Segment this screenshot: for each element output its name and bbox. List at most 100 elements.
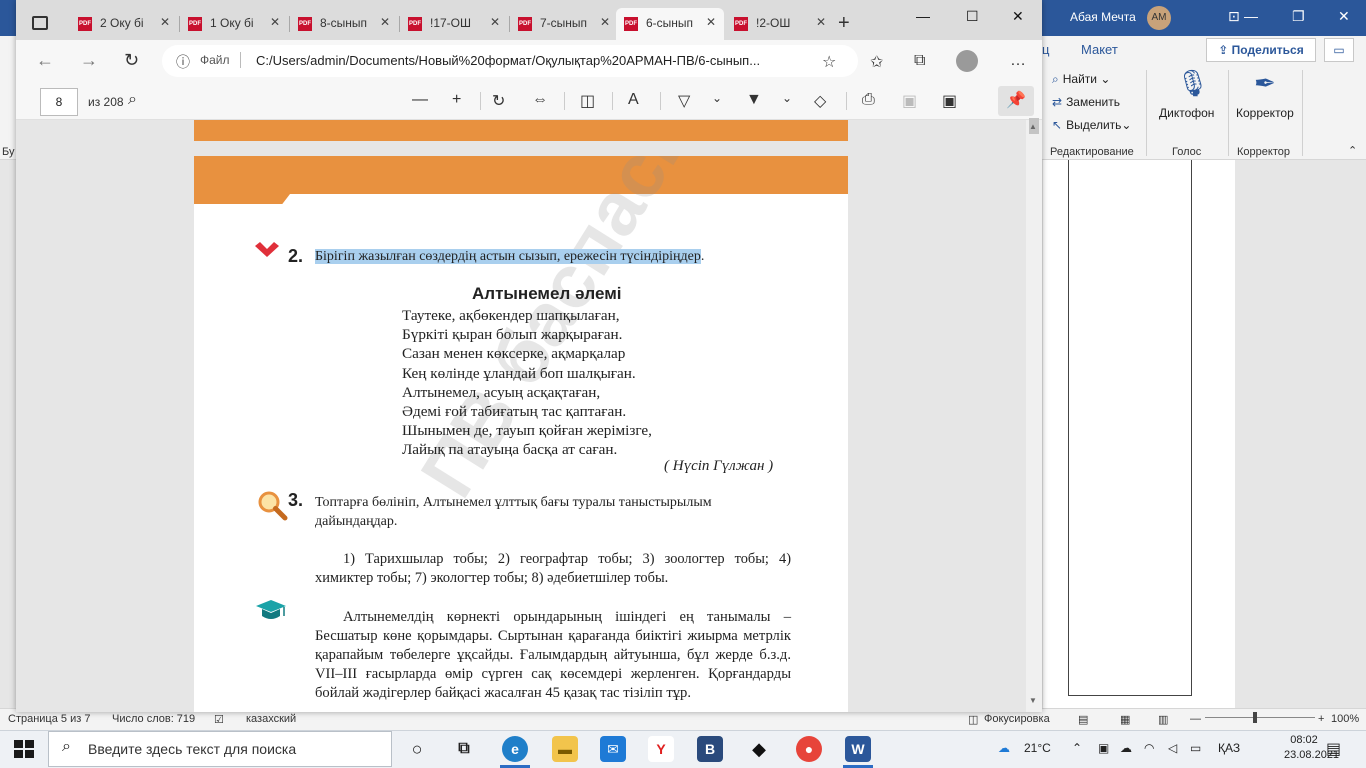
editor-pen-icon[interactable]: ✒ — [1254, 68, 1276, 99]
browser-tab[interactable]: PDF 2 Оку бі ✕ — [70, 8, 178, 40]
scroll-down-icon[interactable]: ▼ — [1029, 696, 1037, 705]
zoom-out-icon[interactable]: — — [412, 91, 428, 109]
camera-icon[interactable]: ▣ — [1098, 741, 1109, 755]
focus-icon[interactable]: ◫ — [968, 713, 978, 726]
status-language[interactable]: казахский — [246, 713, 296, 725]
url-text[interactable]: C:/Users/admin/Documents/Новый%20формат/… — [256, 53, 760, 68]
save-as-icon[interactable]: ▣ — [942, 91, 957, 111]
replace-button[interactable]: ⇄ Заменить — [1052, 95, 1120, 109]
mail-icon[interactable]: ✉ — [600, 736, 626, 762]
zoom-slider[interactable] — [1205, 717, 1315, 718]
word-tab-layout[interactable]: Макет — [1081, 42, 1118, 57]
close-icon[interactable]: ✕ — [270, 15, 280, 29]
pdf-page[interactable]: ПВ баспасы 2. Бірігіп жазылған сөздердің… — [194, 156, 848, 712]
status-focus[interactable]: Фокусировка — [984, 713, 1050, 725]
find-button[interactable]: ⌕ Найти ⌄ — [1052, 72, 1110, 87]
close-icon[interactable]: ✕ — [160, 15, 170, 29]
zoom-slider-thumb[interactable] — [1253, 712, 1257, 723]
task-view-icon[interactable]: ⧉ — [451, 736, 477, 762]
volume-icon[interactable]: ◁ — [1168, 741, 1177, 755]
new-tab-icon[interactable]: + — [838, 12, 850, 35]
yandex-icon[interactable]: Y — [648, 736, 674, 762]
highlighted-text[interactable]: Бірігіп жазылған сөздердің астын сызып, … — [315, 249, 701, 264]
word-avatar[interactable]: АМ — [1147, 6, 1171, 30]
scroll-up-icon[interactable]: ▲ — [1029, 122, 1037, 131]
chevron-down-icon[interactable]: ⌄ — [712, 91, 722, 105]
onedrive-icon[interactable]: ☁ — [1120, 741, 1132, 755]
taskbar-search-placeholder[interactable]: Введите здесь текст для поиска — [88, 741, 296, 757]
word-ribbon-display-icon[interactable]: ⊡ — [1228, 8, 1240, 25]
maximize-icon[interactable]: ☐ — [966, 8, 979, 25]
zoom-in-icon[interactable]: + — [1318, 713, 1324, 725]
close-icon[interactable]: ✕ — [816, 15, 826, 29]
proofing-icon[interactable]: ☑ — [214, 713, 224, 726]
collapse-ribbon-icon[interactable]: ⌃ — [1348, 144, 1357, 157]
zoom-in-icon[interactable]: + — [452, 91, 461, 109]
status-page[interactable]: Страница 5 из 7 — [8, 713, 90, 725]
editor-button[interactable]: Корректор — [1236, 106, 1294, 120]
rotate-icon[interactable]: ↻ — [492, 91, 505, 111]
weather-icon[interactable]: ☁ — [998, 741, 1010, 755]
page-number-input[interactable]: 8 — [40, 88, 78, 116]
tab-actions-icon[interactable] — [32, 16, 48, 30]
cortana-icon[interactable]: ○ — [404, 736, 430, 762]
word-share-button[interactable]: ⇪ Поделиться — [1206, 38, 1316, 62]
refresh-icon[interactable]: ↻ — [124, 50, 139, 71]
web-layout-icon[interactable]: ▥ — [1158, 713, 1168, 726]
pdf-viewer[interactable]: ПВ баспасы 2. Бірігіп жазылған сөздердің… — [16, 120, 1042, 712]
status-zoom[interactable]: 100% — [1331, 713, 1359, 725]
weather-temperature[interactable]: 21°C — [1024, 741, 1051, 755]
browser-tab[interactable]: PDF 7-сынып ✕ — [510, 8, 618, 40]
browser-tab[interactable]: PDF !17-ОШ ✕ — [400, 8, 508, 40]
pin-toolbar-icon[interactable]: 📌 — [998, 86, 1034, 116]
close-icon[interactable]: ✕ — [380, 15, 390, 29]
read-mode-icon[interactable]: ▤ — [1078, 713, 1088, 726]
profile-avatar[interactable] — [956, 50, 978, 72]
close-window-icon[interactable]: ✕ — [1012, 8, 1024, 25]
browser-tab[interactable]: PDF 8-сынып ✕ — [290, 8, 398, 40]
word-restore-icon[interactable]: ❐ — [1292, 8, 1305, 25]
save-icon[interactable]: ▣ — [902, 91, 917, 111]
close-icon[interactable]: ✕ — [600, 15, 610, 29]
page-view-icon[interactable]: ◫ — [580, 91, 595, 111]
edge-icon[interactable]: e — [502, 736, 528, 762]
microphone-icon[interactable]: 🎙 — [1176, 68, 1209, 99]
word-icon[interactable]: W — [845, 736, 871, 762]
scrollbar[interactable] — [1026, 120, 1042, 712]
windows-start-icon[interactable] — [14, 740, 34, 758]
zoom-out-icon[interactable]: — — [1190, 713, 1201, 725]
browser-tab[interactable]: PDF !2-ОШ ✕ — [726, 8, 834, 40]
print-layout-icon[interactable]: ▦ — [1120, 713, 1130, 726]
word-tab-partial[interactable]: ц — [1042, 42, 1049, 57]
close-icon[interactable]: ✕ — [490, 15, 500, 29]
minimize-icon[interactable]: — — [916, 8, 930, 24]
highlight-icon[interactable]: ▼ — [746, 91, 762, 109]
search-icon[interactable]: ⌕ — [128, 91, 137, 109]
b-app-icon[interactable]: B — [697, 736, 723, 762]
collections-icon[interactable]: ⧉ — [914, 52, 925, 70]
fit-width-icon[interactable]: ⇔ — [532, 91, 548, 109]
more-icon[interactable]: … — [1010, 52, 1026, 70]
info-icon[interactable]: ⓘ — [176, 52, 190, 72]
word-comment-button[interactable]: ▭ — [1324, 38, 1354, 62]
task2-text[interactable]: Бірігіп жазылған сөздердің астын сызып, … — [315, 249, 704, 265]
chevron-up-icon[interactable]: ⌃ — [1072, 741, 1082, 755]
select-button[interactable]: ↖ Выделить⌄ — [1052, 118, 1131, 132]
close-icon[interactable]: ✕ — [706, 15, 716, 29]
file-explorer-icon[interactable]: ▬ — [552, 736, 578, 762]
dictation-button[interactable]: Диктофон — [1159, 106, 1214, 120]
browser-tab-active[interactable]: PDF 6-сынып ✕ — [616, 8, 724, 40]
forward-icon[interactable]: → — [80, 50, 98, 71]
clock[interactable]: 08:02 23.08.2021 — [1284, 733, 1339, 763]
draw-icon[interactable]: ▽ — [678, 91, 690, 111]
word-close-icon[interactable]: ✕ — [1338, 8, 1350, 25]
browser-tab[interactable]: PDF 1 Оку бі ✕ — [180, 8, 288, 40]
eraser-icon[interactable]: ◇ — [814, 91, 826, 111]
favorites-icon[interactable]: ✩ — [870, 52, 883, 72]
battery-icon[interactable]: ▭ — [1190, 741, 1201, 755]
status-words[interactable]: Число слов: 719 — [112, 713, 195, 725]
dropbox-icon[interactable]: ◆ — [746, 736, 772, 762]
add-favorite-icon[interactable]: ☆ — [822, 52, 836, 72]
input-language[interactable]: ҚАЗ — [1218, 741, 1240, 755]
chrome-icon[interactable]: ● — [796, 736, 822, 762]
